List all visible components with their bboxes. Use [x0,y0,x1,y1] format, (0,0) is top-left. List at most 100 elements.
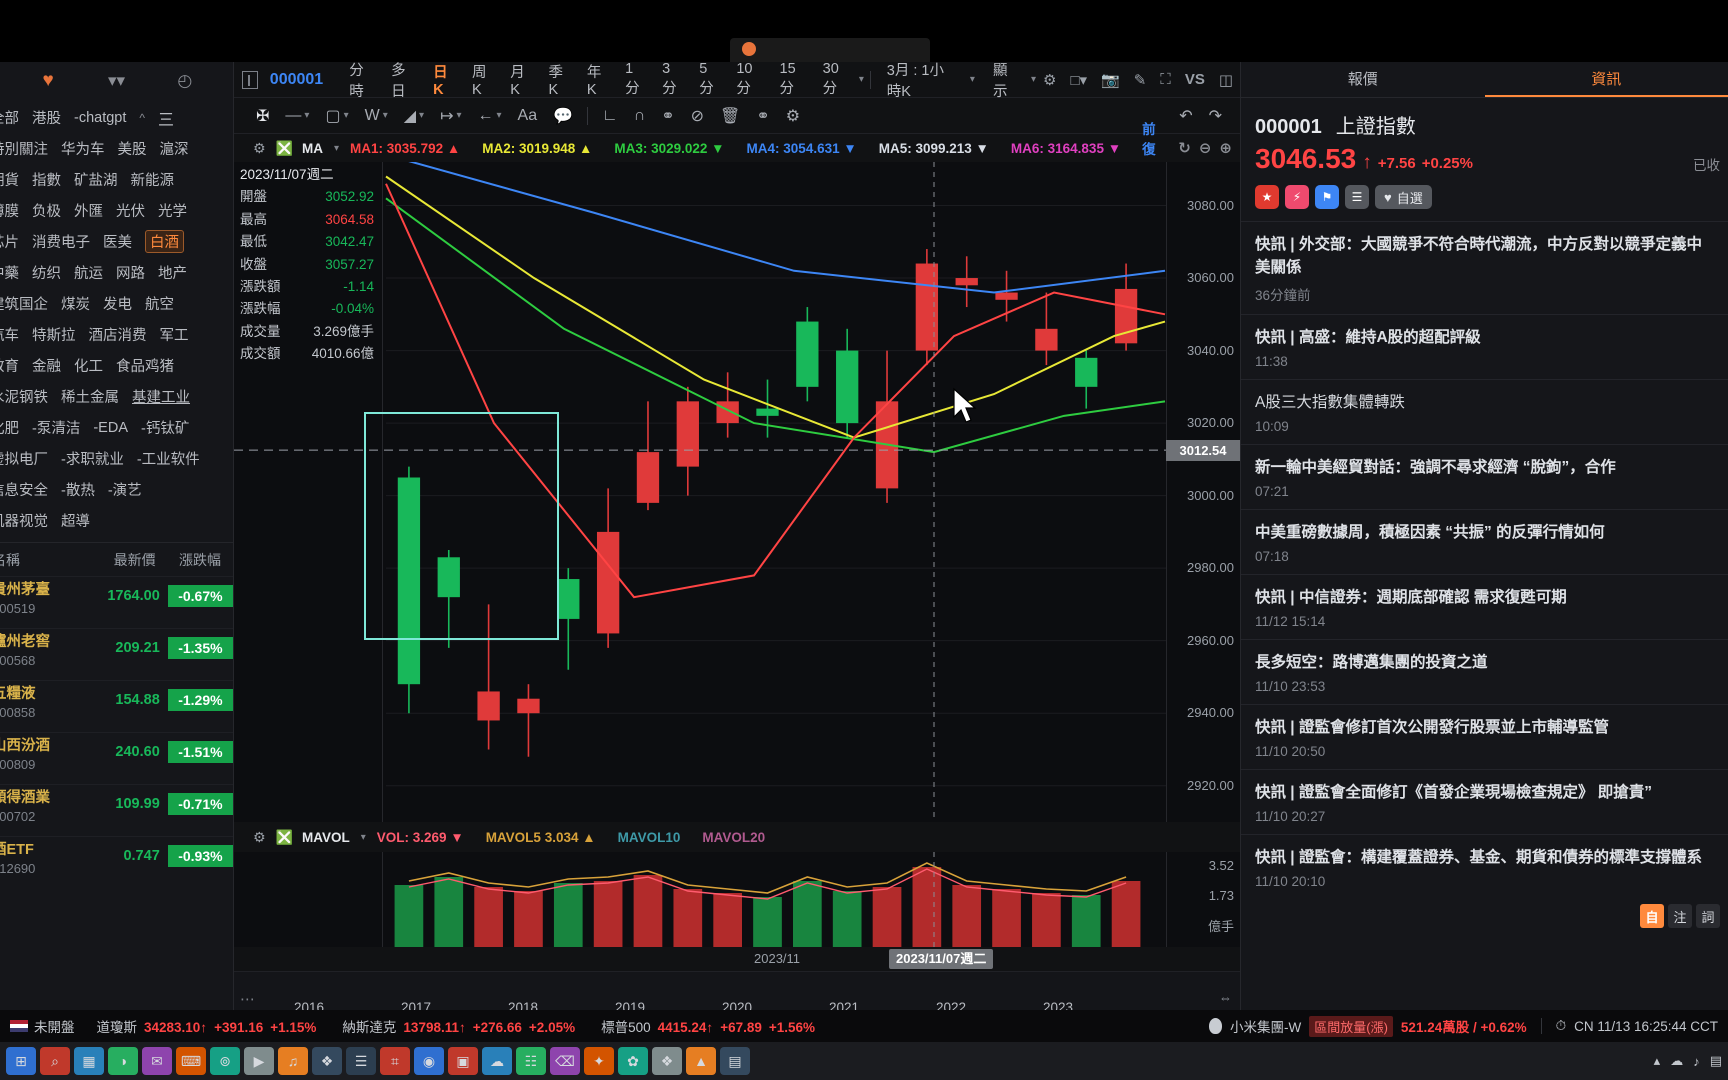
sector-tag-10-3[interactable]: -钙钛矿 [141,417,189,438]
country-flag-icon[interactable]: ★ [1255,185,1279,209]
photo-icon[interactable]: ✦ [584,1047,614,1075]
sector-tag-11-0[interactable]: 虚拟电厂 [0,448,48,469]
link-icon[interactable]: ⚭ [748,106,777,126]
period-tab-3分[interactable]: 3分 [652,61,689,98]
magnet-icon[interactable]: ∩ [626,107,654,125]
sector-tag-0-1[interactable]: 港股 [32,107,61,128]
float-button-0[interactable]: 自 [1640,904,1664,928]
cloud-icon[interactable]: ☁ [482,1047,512,1075]
sector-tag-7-3[interactable]: 军工 [160,324,189,345]
comment-icon[interactable]: 💬 [545,106,581,126]
zoom-out-icon[interactable]: ⊖ [1199,139,1212,157]
symbol-code[interactable]: 000001 [270,71,323,89]
measure-icon[interactable]: ↦ ▾ [432,106,469,126]
ma-close-icon[interactable]: ❎ [271,140,298,157]
tag-icon[interactable]: ⚑ [1315,185,1339,209]
doc-icon[interactable]: ☷ [516,1047,546,1075]
search-icon[interactable]: ⌕ [40,1047,70,1075]
pencil-icon[interactable]: ✎ [1127,71,1154,89]
volume-icon[interactable]: ♪ [1693,1054,1700,1069]
period-tab-分時[interactable]: 分時 [339,59,381,101]
period-tab-年K[interactable]: 年K [577,61,615,98]
hide-icon[interactable]: ⊘ [683,106,712,126]
sector-tag-9-0[interactable]: 水泥钢铁 [0,386,48,407]
fullscreen-icon[interactable]: ⛶ [1153,71,1178,88]
trade-icon[interactable]: ▲ [686,1047,716,1075]
chevron-down-icon[interactable]: ▾ [859,74,864,85]
sector-tag-11-2[interactable]: -工业软件 [137,448,200,469]
sector-tag-2-0[interactable]: 期貨 [0,169,19,190]
watchlist-row[interactable]: 山西汾酒 600809 240.60 -1.51% [0,732,233,784]
sector-tag-6-0[interactable]: 建筑国企 [0,293,48,314]
watchlist-row[interactable]: 瀘州老窖 000568 209.21 -1.35% [0,628,233,680]
battery-icon[interactable]: ▤ [1710,1053,1722,1069]
taskview-icon[interactable]: ▦ [74,1047,104,1075]
sector-tag-5-0[interactable]: 中藥 [0,262,19,283]
arrow-icon[interactable]: ← ▾ [470,107,510,125]
sector-tag-8-0[interactable]: 教育 [0,355,19,376]
sector-tag-4-0[interactable]: 芯片 [0,231,19,252]
display-menu[interactable]: 顯示 [975,59,1028,101]
sector-tag-7-0[interactable]: 汽车 [0,324,19,345]
filter-icon[interactable]: ▾▾ [82,71,150,91]
redo-icon[interactable]: ↷ [1201,106,1230,126]
price-chart[interactable]: 2023/11/07週二 開盤 3052.92 最高 3064.58 最低 3042.47… [234,162,1240,822]
text-icon[interactable]: Aa [510,107,546,125]
period-tab-30分[interactable]: 30分 [813,61,856,98]
vs-icon[interactable]: VS [1178,71,1212,88]
sector-tag-11-1[interactable]: -求职就业 [61,448,124,469]
game-icon[interactable]: ❖ [652,1047,682,1075]
term-icon[interactable]: ⌫ [550,1047,580,1075]
index-ticker[interactable]: 標普500 4415.24↑ +67.89 +1.56% [601,1016,815,1036]
folder-icon[interactable]: ▶ [244,1047,274,1075]
alert-stock-name[interactable]: 小米集團-W [1230,1016,1301,1036]
browser-icon[interactable]: ◑ [108,1047,138,1075]
float-button-1[interactable]: 注 [1668,904,1692,928]
news-item[interactable]: 快訊 | 證監會：構建覆蓋證券、基金、期貨和債券的標準支撐體系 11/10 20:… [1241,834,1728,899]
sector-tag-10-0[interactable]: 化肥 [0,417,19,438]
sector-tag-5-4[interactable]: 地产 [158,262,187,283]
sector-tag-10-1[interactable]: -泵清洁 [32,417,80,438]
sector-tag-3-3[interactable]: 光伏 [116,200,145,221]
start-icon[interactable]: ⊞ [6,1047,36,1075]
calc-icon[interactable]: ⌗ [380,1047,410,1075]
fib-icon[interactable]: ◢ ▾ [396,106,432,126]
custom-period[interactable]: 3月 : 1小時K [877,59,967,101]
news-item[interactable]: A股三大指數集體轉跌 10:09 [1241,379,1728,444]
sector-tag-8-1[interactable]: 金融 [32,355,61,376]
watchlist-row[interactable]: 順得酒業 000702 109.99 -0.71% [0,784,233,836]
watchlist-row[interactable]: 貴州茅臺 600519 1764.00 -0.67% [0,576,233,628]
watchlist-row[interactable]: 五糧液 000858 154.88 -1.29% [0,680,233,732]
line-icon[interactable]: — ▾ [277,107,317,125]
sector-tag-5-1[interactable]: 纺织 [32,262,61,283]
report-icon[interactable]: ☰ [1345,185,1369,209]
period-tab-日K[interactable]: 日K [423,61,462,98]
sector-tag-12-2[interactable]: -演艺 [108,479,142,500]
sector-tag-8-3[interactable]: 食品鸡猪 [116,355,174,376]
news-item[interactable]: 快訊 | 中信證券：週期底部確認 需求復甦可期 11/12 15:14 [1241,574,1728,639]
store-icon[interactable]: ⊚ [210,1047,240,1075]
panel-icon[interactable]: ◫ [1212,71,1240,89]
sector-tag-7-2[interactable]: 酒店消费 [89,324,147,345]
angle-icon[interactable]: ∟ [594,107,626,125]
zoom-in-icon[interactable]: ⊕ [1219,139,1232,157]
sector-tag-3-1[interactable]: 负极 [32,200,61,221]
news-flash-icon[interactable]: ⚡ [1285,185,1309,209]
video-icon[interactable]: ▣ [448,1047,478,1075]
sector-tag-10-2[interactable]: -EDA [93,420,128,436]
sector-tag-13-0[interactable]: 机器视觉 [0,510,48,531]
info-tab-資訊[interactable]: 資訊 [1484,62,1728,97]
network-icon[interactable]: ☁ [1670,1053,1683,1069]
news-item[interactable]: 中美重磅數據周，積極因素 “共振” 的反彈行情如何 07:18 [1241,509,1728,574]
lock-icon[interactable]: ⚭ [653,106,682,126]
volume-chart[interactable]: 3.52 1.73 億手 [234,852,1240,947]
watchlist-row[interactable]: 酒ETF 512690 0.747 -0.93% [0,836,233,888]
sector-tag-1-1[interactable]: 华为车 [61,138,105,159]
music-icon[interactable]: ◉ [414,1047,444,1075]
sector-tag-0-4[interactable]: 三 [158,106,174,130]
sector-tag-3-2[interactable]: 外匯 [74,200,103,221]
sector-tag-12-1[interactable]: -散热 [61,479,95,500]
sector-tag-7-1[interactable]: 特斯拉 [32,324,76,345]
layout-icon[interactable] [242,70,258,89]
period-tab-多日[interactable]: 多日 [381,59,423,101]
